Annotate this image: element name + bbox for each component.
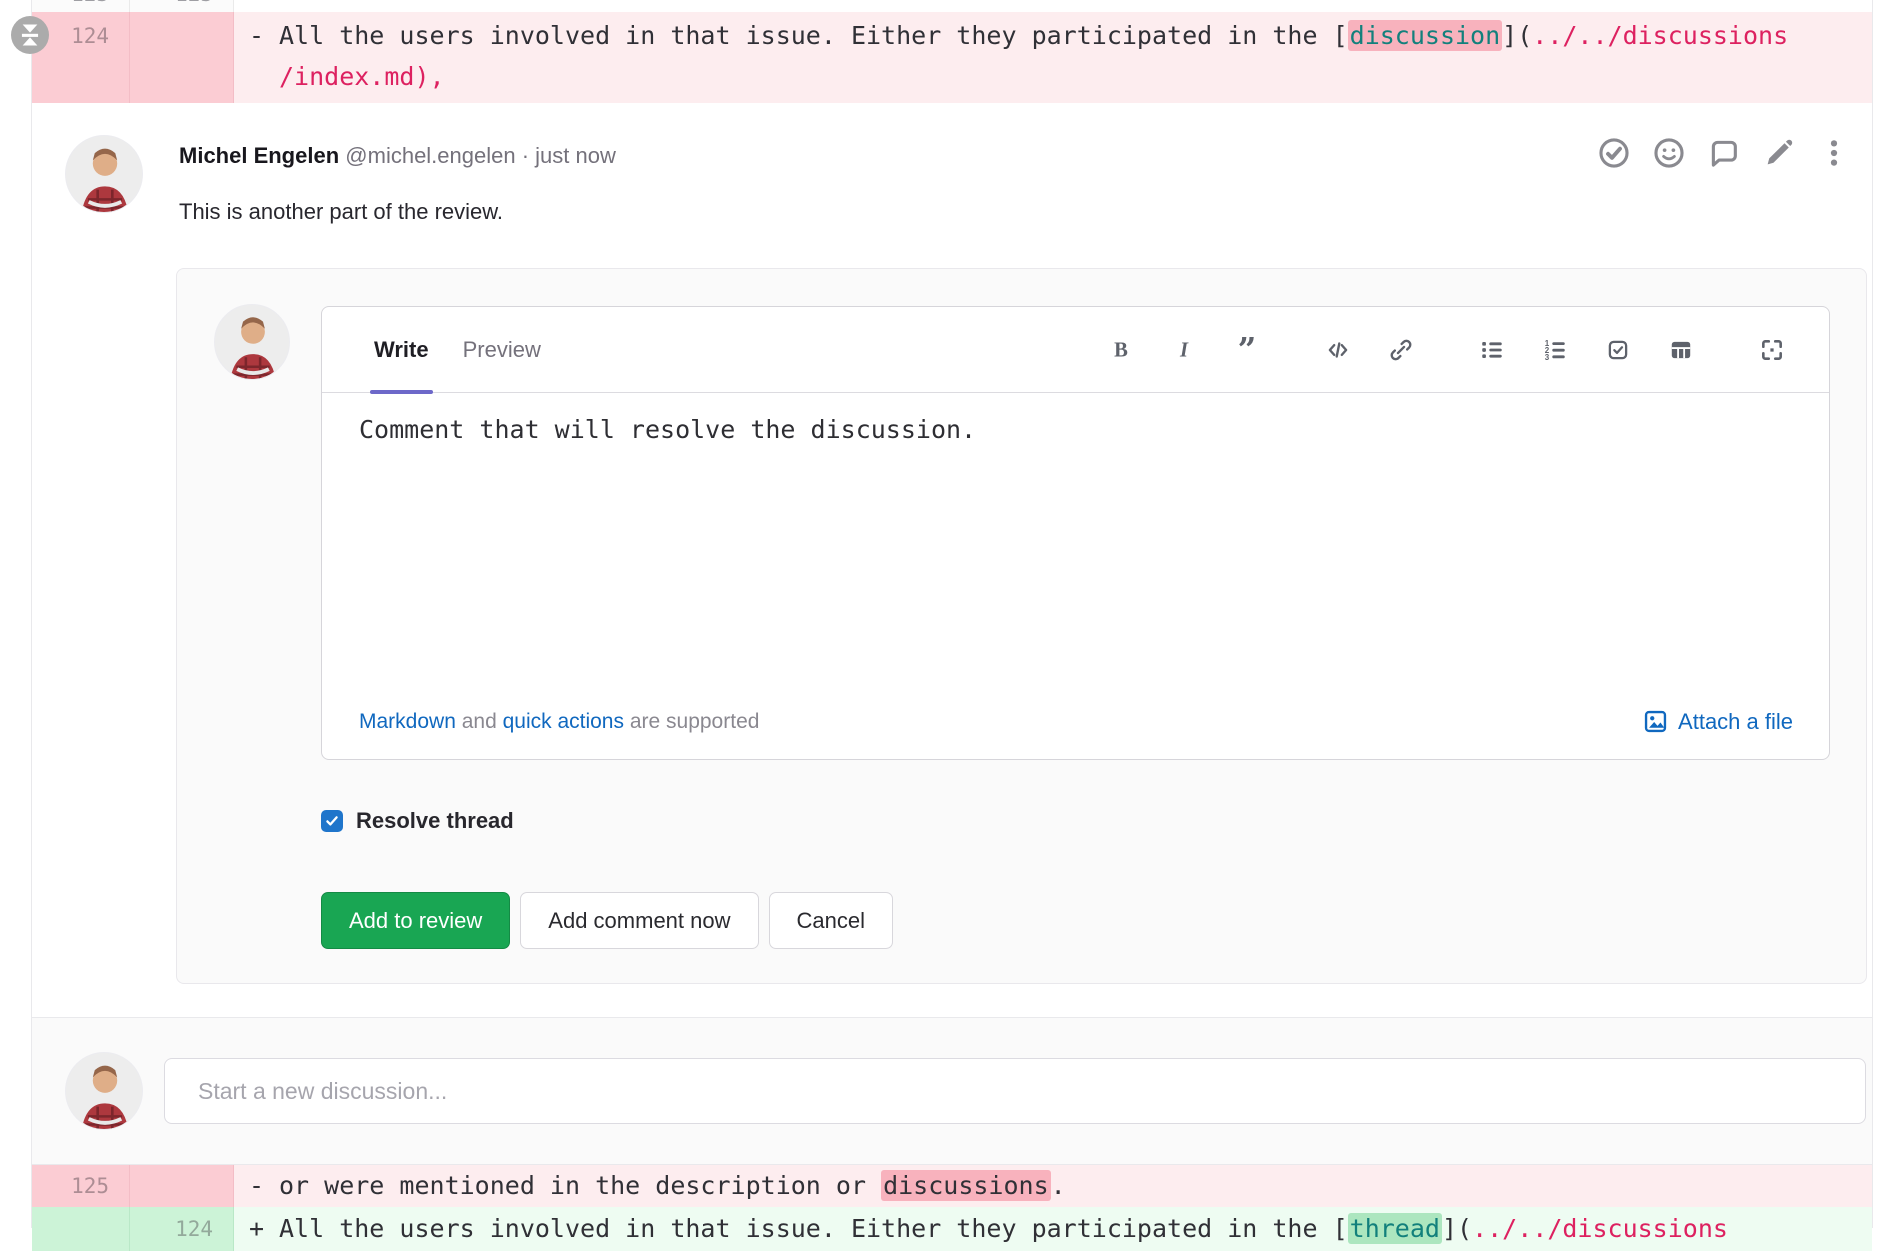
old-line-number[interactable]: 125 [32, 1165, 130, 1207]
word-diff-highlight: discussion [1348, 20, 1503, 51]
new-line-number[interactable]: 123 [130, 0, 234, 12]
svg-text:”: ” [1238, 337, 1257, 363]
reply-form: Write Preview B I ” [176, 268, 1867, 984]
fullscreen-icon[interactable] [1759, 337, 1785, 363]
word-diff-highlight: thread [1348, 1213, 1442, 1244]
markdown-help-link[interactable]: Markdown [359, 710, 456, 734]
diff-line-removed: 125 -or were mentioned in the descriptio… [32, 1165, 1872, 1207]
new-discussion-section [32, 1017, 1872, 1165]
emoji-reaction-icon[interactable] [1652, 136, 1686, 170]
resolve-thread-check-icon[interactable] [1597, 136, 1631, 170]
bulleted-list-icon[interactable] [1479, 337, 1505, 363]
new-line-number[interactable] [130, 1165, 234, 1207]
author-name[interactable]: Michel Engelen [179, 143, 339, 168]
diff-code [234, 0, 1872, 12]
attach-file-button[interactable]: Attach a file [1642, 708, 1793, 735]
note-header: Michel Engelen @michel.engelen · just no… [179, 141, 616, 171]
tab-write[interactable]: Write [374, 307, 429, 392]
new-discussion-input[interactable] [164, 1058, 1866, 1124]
diff-line-added: 124 +All the users involved in that issu… [32, 1207, 1872, 1251]
svg-text:B: B [1114, 339, 1128, 361]
link-icon[interactable] [1388, 337, 1414, 363]
diff-line-removed: 124 -All the users involved in that issu… [32, 12, 1872, 103]
comment-textarea[interactable]: Comment that will resolve the discussion… [322, 393, 1829, 708]
attach-image-icon [1642, 708, 1669, 735]
discussion-note: Michel Engelen @michel.engelen · just no… [32, 103, 1872, 1017]
new-line-number[interactable]: 124 [130, 1207, 234, 1251]
added-sign: + [249, 1207, 279, 1251]
author-handle[interactable]: @michel.engelen [345, 143, 515, 168]
numbered-list-icon[interactable]: 1 2 3 [1542, 337, 1568, 363]
resolve-thread-checkbox-row[interactable]: Resolve thread [321, 808, 514, 834]
merge-request-diff-discussion: 123 123 124 -All the users involved in t… [31, 0, 1873, 1228]
markdown-editor: Write Preview B I ” [321, 306, 1830, 760]
removed-sign: - [249, 1165, 279, 1207]
table-icon[interactable] [1668, 337, 1694, 363]
form-actions: Add to review Add comment now Cancel [321, 892, 893, 949]
word-diff-highlight: discussions [881, 1170, 1051, 1201]
bold-icon[interactable]: B [1108, 337, 1134, 363]
diff-line-context: 123 123 [32, 0, 1872, 12]
svg-text:3: 3 [1545, 352, 1550, 361]
tab-preview[interactable]: Preview [463, 307, 541, 392]
new-line-number[interactable] [130, 12, 234, 103]
note-body-text: This is another part of the review. [179, 199, 503, 225]
current-user-avatar[interactable] [214, 304, 290, 380]
code-icon[interactable] [1325, 337, 1351, 363]
quick-actions-help-link[interactable]: quick actions [503, 710, 624, 734]
author-avatar[interactable] [65, 135, 143, 213]
cancel-button[interactable]: Cancel [769, 892, 893, 949]
editor-toolbar: B I ” [1108, 337, 1829, 363]
old-line-number[interactable]: 123 [32, 0, 130, 12]
more-options-icon[interactable] [1817, 136, 1851, 170]
resolve-thread-label: Resolve thread [356, 808, 514, 834]
task-list-icon[interactable] [1605, 337, 1631, 363]
edit-pencil-icon[interactable] [1762, 136, 1796, 170]
add-to-review-button[interactable]: Add to review [321, 892, 510, 949]
old-line-number[interactable] [32, 1207, 130, 1251]
italic-icon[interactable]: I [1171, 337, 1197, 363]
note-timestamp: just now [535, 143, 616, 168]
quote-icon[interactable]: ” [1234, 337, 1260, 363]
svg-text:I: I [1179, 339, 1189, 361]
current-user-avatar[interactable] [65, 1052, 143, 1130]
editor-header: Write Preview B I ” [322, 307, 1829, 393]
add-comment-now-button[interactable]: Add comment now [520, 892, 758, 949]
diff-code: -or were mentioned in the description or… [234, 1165, 1872, 1207]
editor-footer: Markdown and quick actions are supported… [322, 708, 1829, 759]
diff-code: +All the users involved in that issue. E… [234, 1207, 1872, 1251]
resolve-thread-checkbox[interactable] [321, 810, 343, 832]
note-actions [1597, 136, 1851, 170]
comment-icon[interactable] [1707, 136, 1741, 170]
collapse-discussion-icon[interactable] [11, 16, 49, 54]
diff-code: -All the users involved in that issue. E… [234, 12, 1872, 103]
removed-sign: - [249, 15, 279, 56]
